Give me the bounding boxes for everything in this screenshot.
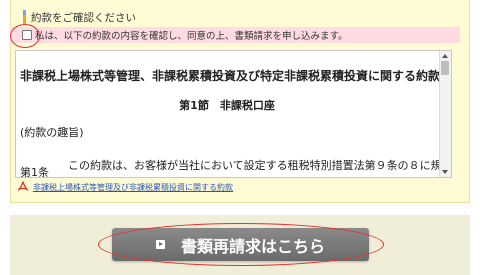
agree-checkbox-label[interactable]: 私は、以下の約款の内容を確認し、同意の上、書類請求を申し込みます。 (35, 28, 348, 42)
terms-scroll-box[interactable]: 非課税上場株式等管理、非課税累積投資及び特定非課税累積投資に関する約款 第1節 … (15, 50, 452, 178)
terms-pdf-link-label[interactable]: 非課税上場株式等管理及び非課税累積投資に関する約款 (33, 182, 233, 193)
terms-article-label: 第1条 (20, 166, 49, 178)
terms-scrollbar[interactable] (439, 51, 451, 177)
heading-marker-icon (23, 10, 26, 24)
terms-section-heading: 第1節 非課税口座 (179, 99, 275, 112)
scroll-up-arrow-icon[interactable] (442, 54, 448, 58)
checkbox-highlight-ring (10, 24, 40, 48)
scroll-down-arrow-icon[interactable] (442, 170, 448, 174)
section-heading-text: 約款をご確認ください (31, 11, 136, 24)
terms-article-text: この約款は、お客様が当社において設定する租税特別措置法第９条の８に規定 (68, 159, 452, 172)
document-reissue-button[interactable]: 書類再請求はこちら (112, 228, 369, 261)
scroll-thumb[interactable] (441, 61, 449, 75)
terms-title: 非課税上場株式等管理、非課税累積投資及び特定非課税累積投資に関する約款 (20, 69, 441, 83)
document-reissue-button-label[interactable]: 書類再請求はこちら (181, 233, 325, 257)
terms-pdf-link[interactable]: 非課税上場株式等管理及び非課税累積投資に関する約款 (17, 181, 233, 193)
terms-purpose-heading: (約款の趣旨) (20, 126, 84, 139)
agreement-row[interactable]: 私は、以下の約款の内容を確認し、同意の上、書類請求を申し込みます。 (10, 27, 460, 43)
arrow-right-icon (155, 240, 165, 249)
pdf-icon (17, 181, 29, 191)
section-heading: 約款をご確認ください (23, 10, 136, 24)
